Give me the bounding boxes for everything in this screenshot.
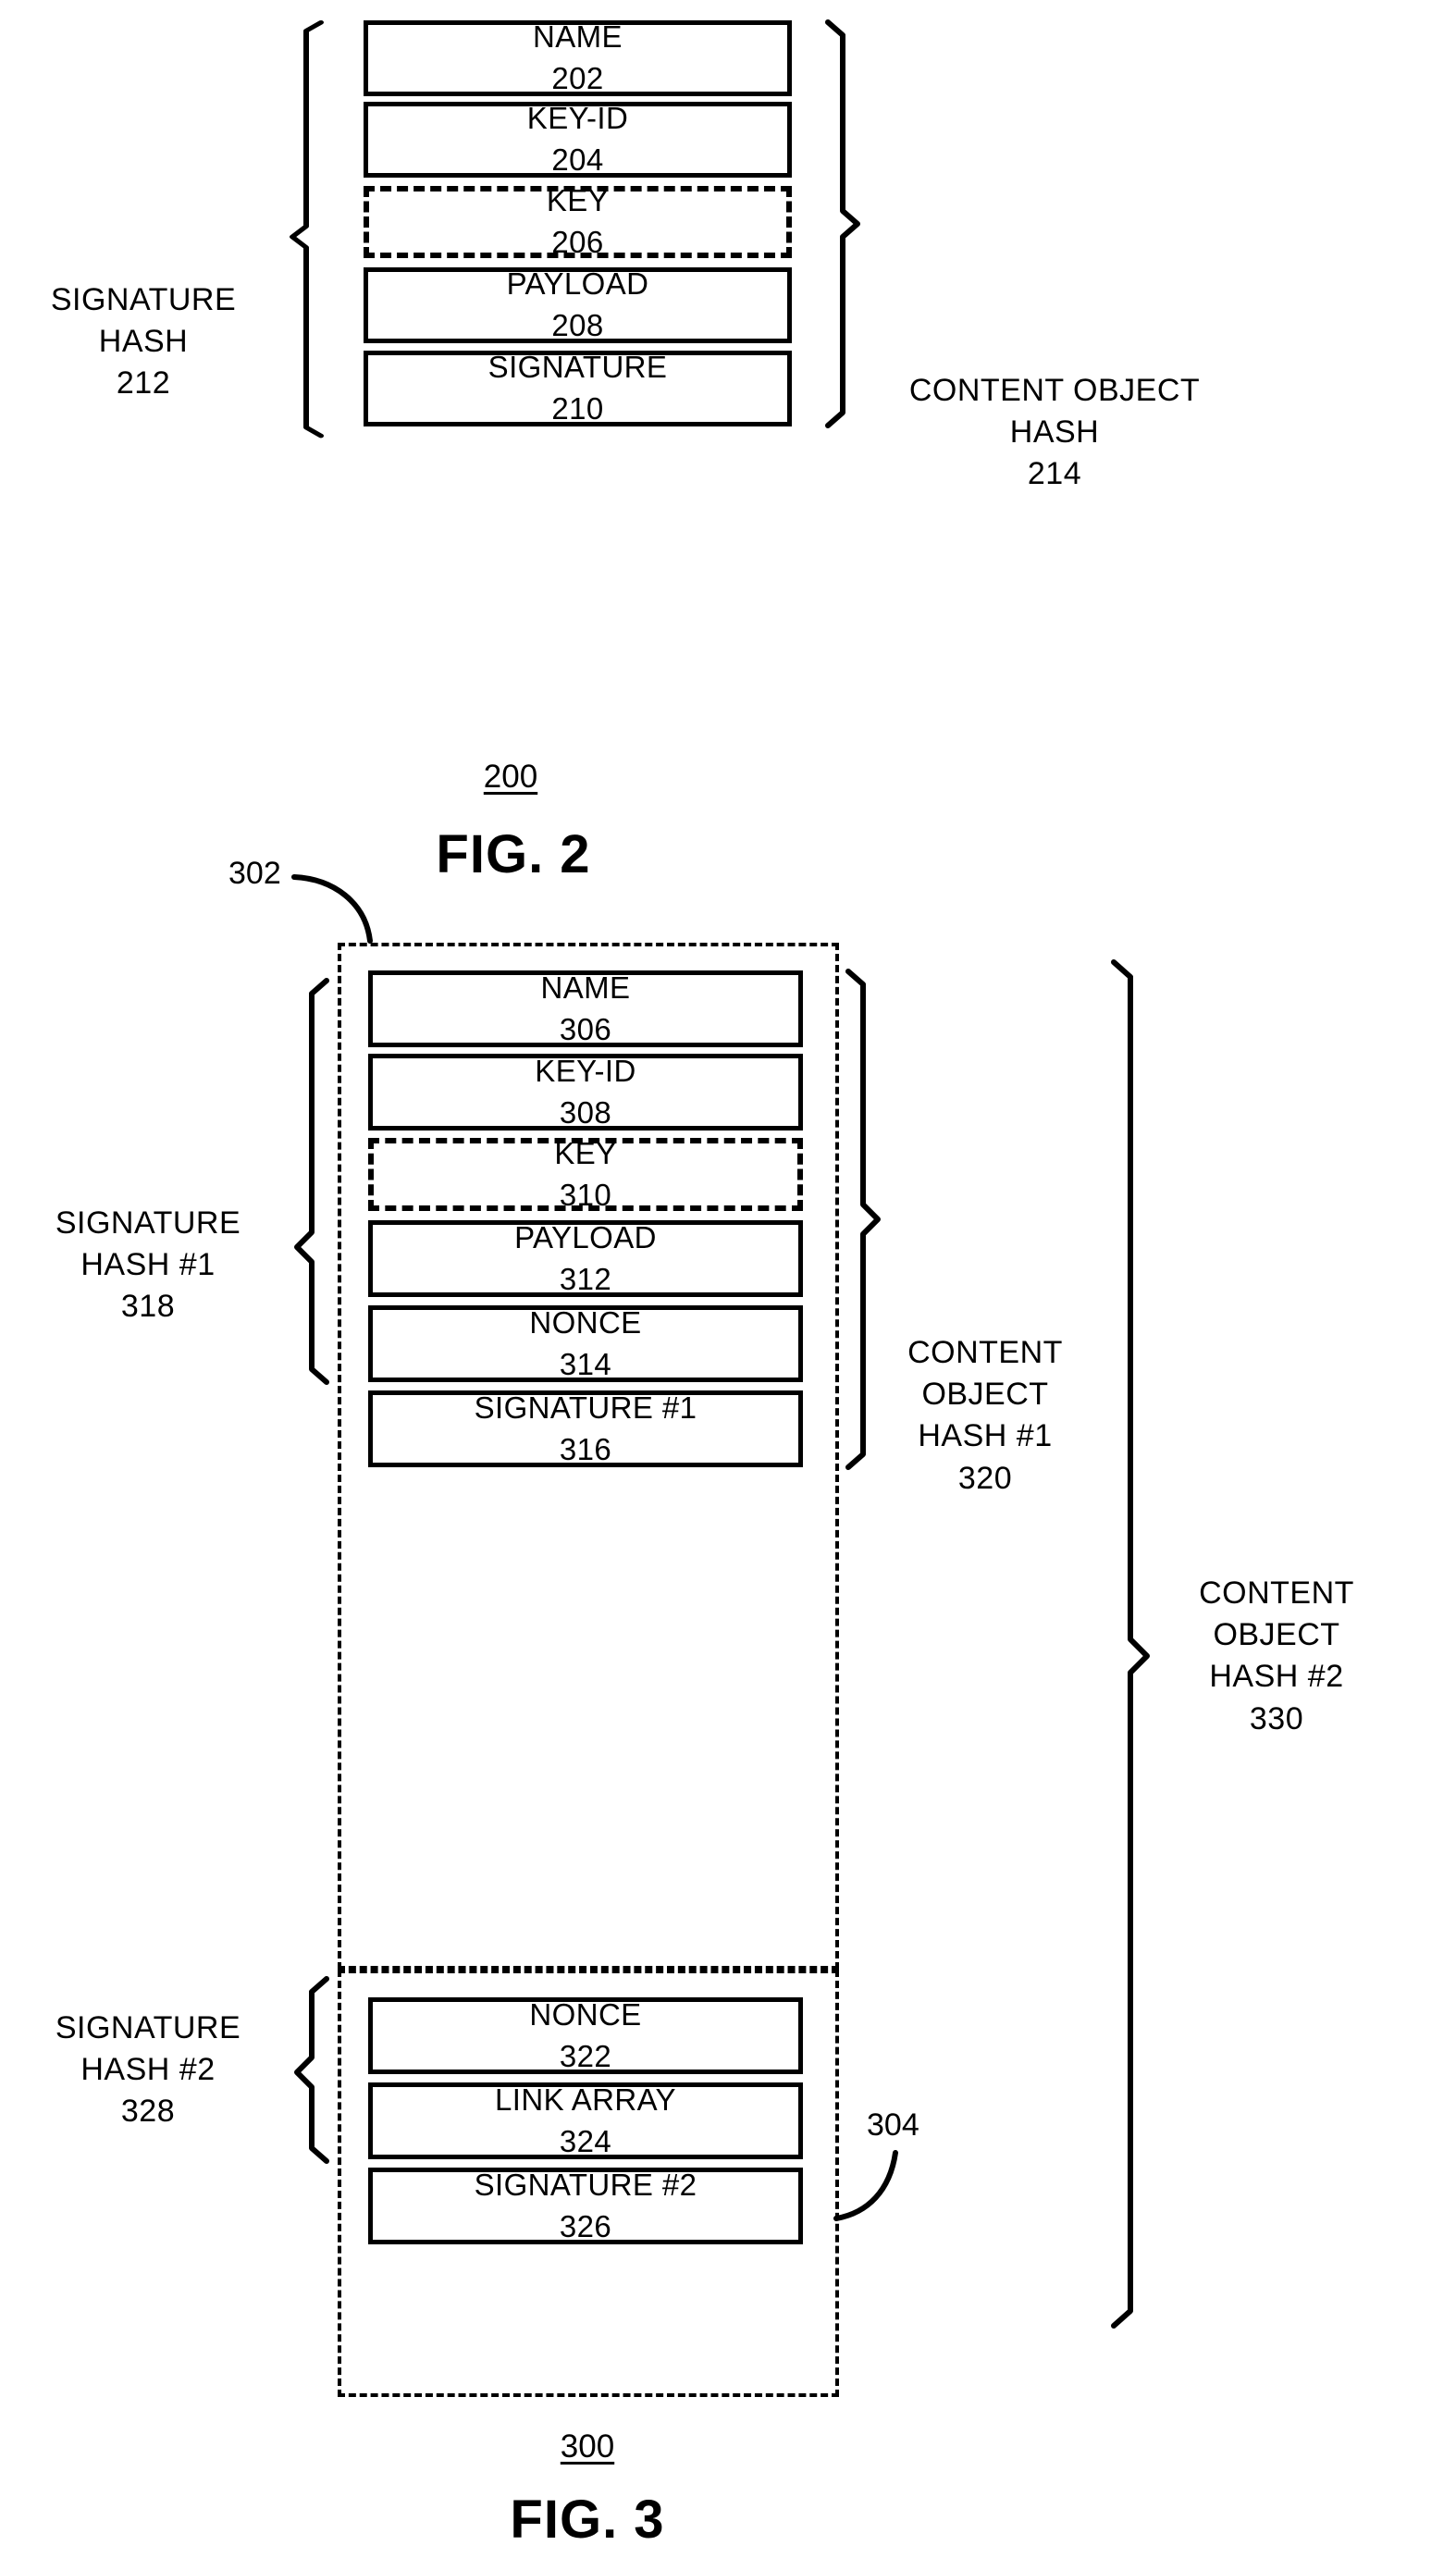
field-box-key-206: KEY 206 [364, 183, 792, 259]
field-number: 204 [551, 142, 604, 177]
brace-label-content-object-hash-1-320: CONTENT OBJECT HASH #1 320 [907, 1335, 1063, 1496]
callout-number-304: 304 [867, 2107, 919, 2143]
brace-signature-hash-2-328 [294, 1976, 329, 2164]
field-title: SIGNATURE #1 [474, 1390, 697, 1425]
brace-label-signature-hash-212: SIGNATURE HASH 212 [50, 282, 237, 402]
field-box-nonce-314: NONCE 314 [368, 1305, 803, 1382]
field-box-key-310: KEY 310 [368, 1135, 803, 1212]
figure-number-300: 300 [560, 2428, 615, 2465]
field-number: 324 [559, 2123, 612, 2158]
field-box-payload-312: PAYLOAD 312 [368, 1220, 803, 1297]
field-title: SIGNATURE #2 [474, 2167, 697, 2202]
field-number: 206 [551, 225, 604, 259]
field-box-nonce-322: NONCE 322 [368, 1997, 803, 2074]
field-title: NAME [540, 970, 631, 1005]
field-title: PAYLOAD [514, 1219, 657, 1254]
field-box-payload-208: PAYLOAD 208 [364, 266, 792, 343]
field-title: PAYLOAD [506, 266, 649, 302]
field-box-signature-1-316: SIGNATURE #1 316 [368, 1390, 803, 1467]
field-box-signature-2-326: SIGNATURE #2 326 [368, 2168, 803, 2244]
field-box-name-202: NAME 202 [364, 19, 792, 96]
field-number: 312 [559, 1261, 612, 1296]
field-box-name-306: NAME 306 [368, 970, 803, 1047]
brace-label-signature-hash-1-318: SIGNATURE HASH #1 318 [55, 1205, 241, 1325]
field-number: 314 [559, 1346, 612, 1381]
leader-line-302 [291, 874, 373, 944]
field-title: KEY [546, 183, 610, 218]
field-title: KEY-ID [535, 1053, 636, 1088]
brace-content-object-hash-1-320 [845, 969, 881, 1470]
leader-line-304 [833, 2150, 898, 2221]
callout-number-302: 302 [228, 856, 281, 891]
field-title: NONCE [529, 1996, 642, 2032]
figure-caption-fig-2: FIG. 2 [436, 824, 591, 884]
field-title: NONCE [529, 1304, 642, 1340]
figure-number-200: 200 [483, 759, 538, 795]
field-box-link-array-324: LINK ARRAY 324 [368, 2082, 803, 2159]
field-number: 310 [559, 1177, 612, 1212]
field-title: LINK ARRAY [495, 2082, 676, 2117]
field-number: 322 [559, 2038, 612, 2073]
field-box-key-id-204: KEY-ID 204 [364, 101, 792, 178]
field-number: 208 [551, 308, 604, 342]
field-box-signature-210: SIGNATURE 210 [364, 350, 792, 426]
field-title: KEY-ID [526, 101, 629, 136]
brace-label-content-object-hash-214: CONTENT OBJECT HASH 214 [908, 373, 1201, 492]
field-number: 326 [559, 2208, 612, 2243]
brace-content-object-hash-2-330 [1111, 959, 1150, 2329]
brace-signature-hash-1-318 [294, 978, 329, 1385]
field-title: KEY [554, 1135, 617, 1170]
field-title: NAME [533, 19, 623, 55]
brace-content-object-hash-214 [825, 19, 860, 428]
field-number: 306 [559, 1011, 612, 1046]
field-number: 202 [551, 61, 604, 95]
brace-label-content-object-hash-2-330: CONTENT OBJECT HASH #2 330 [1199, 1575, 1354, 1736]
brace-signature-hash-212 [290, 19, 324, 439]
field-box-key-id-308: KEY-ID 308 [368, 1054, 803, 1131]
field-title: SIGNATURE [487, 350, 668, 385]
brace-label-signature-hash-2-328: SIGNATURE HASH #2 328 [55, 2010, 241, 2130]
figure-caption-fig-3: FIG. 3 [510, 2490, 665, 2550]
field-number: 308 [559, 1094, 612, 1130]
field-number: 210 [551, 391, 604, 426]
field-number: 316 [559, 1431, 612, 1466]
